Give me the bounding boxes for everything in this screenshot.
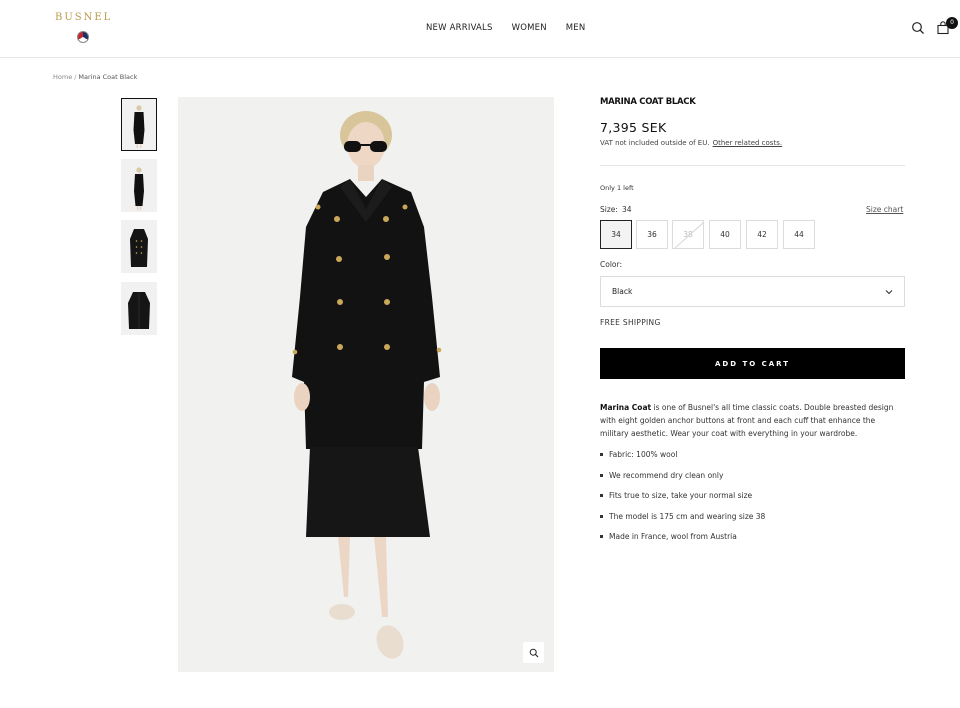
breadcrumb-current: Marina Coat Black [78,73,138,81]
size-option-36[interactable]: 36 [636,220,668,249]
breadcrumb: Home / Marina Coat Black [53,73,137,81]
color-select[interactable]: Black [600,276,905,307]
brand-name: BUSNEL [55,12,113,23]
product-main-image[interactable] [178,97,554,672]
size-chart-link[interactable]: Size chart [866,205,903,214]
product-description: Marina Coat is one of Busnel's all time … [600,401,905,440]
list-item: Fabric: 100% wool [600,450,765,471]
size-option-42[interactable]: 42 [746,220,778,249]
chevron-down-icon [885,288,893,297]
breadcrumb-separator: / [74,73,77,81]
other-costs-link[interactable]: Other related costs. [713,139,782,147]
add-to-cart-button[interactable]: ADD TO CART [600,348,905,379]
main-nav: NEW ARRIVALS WOMEN MEN [426,23,585,33]
size-label-text: Size: [600,205,618,214]
brand-tagline [55,24,111,27]
breadcrumb-home[interactable]: Home [53,73,72,81]
brand-seal-icon [77,31,89,43]
nav-new-arrivals[interactable]: NEW ARRIVALS [426,23,493,33]
color-select-value: Black [612,287,633,296]
size-selected-value: 34 [621,205,632,214]
description-product-name: Marina Coat [600,403,652,412]
divider [600,165,905,166]
nav-men[interactable]: MEN [566,23,586,33]
size-option-34[interactable]: 34 [600,220,632,249]
zoom-icon [529,643,539,662]
search-icon[interactable] [911,20,927,36]
feature-list: Fabric: 100% wool We recommend dry clean… [600,450,765,553]
product-thumbnail-4[interactable] [121,282,157,335]
brand-logo[interactable]: BUSNEL [55,12,111,43]
size-label: Size: 34 [600,205,631,214]
size-option-38[interactable]: 38 [672,220,704,249]
stock-status: Only 1 left [600,184,634,192]
site-header: BUSNEL NEW ARRIVALS WOMEN MEN 0 [0,0,960,58]
product-thumbnail-2[interactable] [121,159,157,212]
free-shipping-note: FREE SHIPPING [600,318,661,327]
zoom-button[interactable] [523,642,544,663]
product-thumbnail-1[interactable] [121,98,157,151]
product-thumbnail-3[interactable] [121,220,157,273]
size-option-44[interactable]: 44 [783,220,815,249]
color-label: Color: [600,260,622,269]
size-option-40[interactable]: 40 [709,220,741,249]
nav-women[interactable]: WOMEN [512,23,547,33]
list-item: We recommend dry clean only [600,471,765,492]
list-item: The model is 175 cm and wearing size 38 [600,512,765,533]
list-item: Made in France, wool from Austria [600,532,765,553]
vat-note: VAT not included outside of EU. Other rel… [600,139,782,147]
vat-text: VAT not included outside of EU. [600,139,710,147]
product-title: MARINA COAT BLACK [600,97,696,107]
cart-count-badge: 0 [946,17,958,29]
product-price: 7,395 SEK [600,120,667,135]
list-item: Fits true to size, take your normal size [600,491,765,512]
